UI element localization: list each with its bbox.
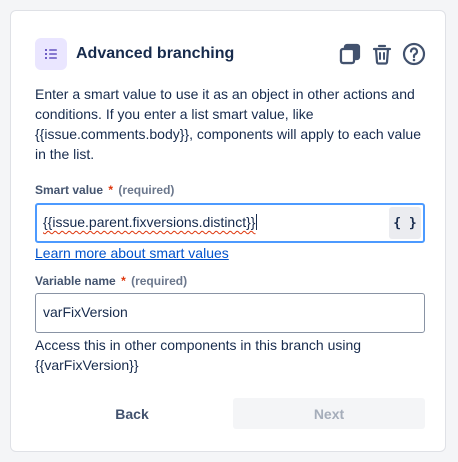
header-tools [337,41,427,67]
variable-name-value[interactable]: varFixVersion [43,304,128,320]
smart-value-label: Smart value * (required) [35,183,174,197]
required-star: * [108,183,114,197]
panel-header: Advanced branching [35,37,427,71]
variable-name-input[interactable]: varFixVersion [35,293,425,333]
variable-help-text: Access this in other components in this … [35,337,362,373]
variable-name-label-text: Variable name [35,274,116,288]
required-star: * [121,274,126,288]
required-text: (required) [131,274,188,288]
smart-value-label-text: Smart value [35,183,104,197]
learn-more-link[interactable]: Learn more about smart values [35,245,229,261]
variable-name-label: Variable name * (required) [35,274,187,288]
description-text: Enter a smart value to use it as an obje… [35,86,422,162]
smart-value-picker-button[interactable]: { } [389,207,421,239]
required-text: (required) [118,183,175,197]
list-icon [35,38,67,70]
help-icon[interactable] [401,41,427,67]
next-button[interactable]: Next [233,398,425,429]
advanced-branching-panel: Advanced branching Enter a smart value t… [10,10,446,452]
smart-value-text[interactable]: {{issue.parent.fixversions.distinct}} [43,214,258,230]
panel-title: Advanced branching [76,45,235,62]
copy-icon[interactable] [337,41,363,67]
trash-icon[interactable] [369,41,395,67]
back-button[interactable]: Back [35,398,229,429]
text-caret [256,214,258,230]
smart-value-input[interactable]: {{issue.parent.fixversions.distinct}} { … [35,203,425,243]
